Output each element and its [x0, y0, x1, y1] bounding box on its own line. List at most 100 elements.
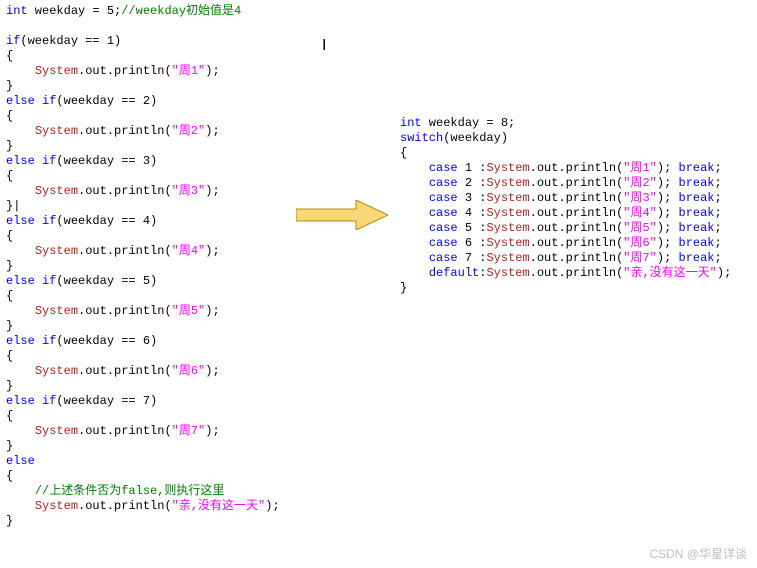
- code-text: (weekday == 2): [56, 94, 157, 108]
- if-else-code-block: int weekday = 5;//weekday初始值是4 if(weekda…: [6, 4, 280, 529]
- keyword-else: else: [6, 394, 35, 408]
- keyword-case: case: [429, 236, 458, 250]
- keyword-if: if: [42, 214, 56, 228]
- code-text: .out.println(: [530, 236, 624, 250]
- brace: {: [400, 146, 407, 160]
- keyword-if: if: [42, 334, 56, 348]
- keyword-case: case: [429, 176, 458, 190]
- keyword-break: break: [679, 161, 715, 175]
- watermark-text: CSDN @华星详谈: [649, 547, 747, 562]
- code-text: ;: [715, 221, 722, 235]
- brace: {: [6, 409, 13, 423]
- keyword-if: if: [6, 34, 20, 48]
- code-text: .out.println(: [530, 206, 624, 220]
- string-literal: "周5": [172, 304, 206, 318]
- keyword-case: case: [429, 221, 458, 235]
- brace: {: [6, 169, 13, 183]
- code-text: ;: [715, 191, 722, 205]
- code-text: .out.println(: [78, 304, 172, 318]
- system-ident: System: [486, 236, 529, 250]
- system-ident: System: [35, 64, 78, 78]
- code-text: weekday = 8;: [422, 116, 516, 130]
- code-text: (weekday == 3): [56, 154, 157, 168]
- code-text: );: [205, 124, 219, 138]
- keyword-case: case: [429, 161, 458, 175]
- code-text: .out.println(: [530, 176, 624, 190]
- keyword-break: break: [679, 206, 715, 220]
- system-ident: System: [486, 176, 529, 190]
- code-text: ;: [715, 251, 722, 265]
- system-ident: System: [35, 424, 78, 438]
- code-text: .out.println(: [78, 499, 172, 513]
- code-text: .out.println(: [78, 184, 172, 198]
- string-literal: "周6": [623, 236, 657, 250]
- code-text: );: [657, 221, 679, 235]
- code-text: ;: [715, 206, 722, 220]
- keyword-break: break: [679, 221, 715, 235]
- code-text: .out.println(: [78, 64, 172, 78]
- code-text: 2 :: [458, 176, 487, 190]
- code-text: .out.println(: [530, 191, 624, 205]
- arrow-right-icon: [296, 200, 388, 230]
- code-text: );: [657, 251, 679, 265]
- code-text: (weekday == 7): [56, 394, 157, 408]
- keyword-if: if: [42, 154, 56, 168]
- system-ident: System: [35, 184, 78, 198]
- code-text: );: [205, 184, 219, 198]
- code-text: (weekday == 5): [56, 274, 157, 288]
- keyword-else: else: [6, 214, 35, 228]
- code-text: .out.println(: [530, 266, 624, 280]
- brace: {: [6, 109, 13, 123]
- comment: //weekday初始值是4: [121, 4, 241, 18]
- system-ident: System: [486, 191, 529, 205]
- system-ident: System: [486, 161, 529, 175]
- string-literal: "周6": [172, 364, 206, 378]
- code-text: );: [205, 244, 219, 258]
- keyword-int: int: [6, 4, 28, 18]
- brace-with-cursor: }|: [6, 199, 20, 213]
- keyword-else: else: [6, 334, 35, 348]
- keyword-case: case: [429, 206, 458, 220]
- system-ident: System: [486, 221, 529, 235]
- code-text: 7 :: [458, 251, 487, 265]
- code-text: .out.println(: [78, 364, 172, 378]
- code-text: (weekday == 4): [56, 214, 157, 228]
- keyword-if: if: [42, 394, 56, 408]
- arrow-shape: [296, 200, 388, 230]
- code-text: 4 :: [458, 206, 487, 220]
- code-text: );: [205, 64, 219, 78]
- system-ident: System: [35, 364, 78, 378]
- string-literal: "周4": [623, 206, 657, 220]
- code-text: );: [657, 176, 679, 190]
- brace: {: [6, 469, 13, 483]
- string-literal: "周2": [623, 176, 657, 190]
- string-literal: "周1": [623, 161, 657, 175]
- code-text: 3 :: [458, 191, 487, 205]
- code-text: .out.println(: [530, 251, 624, 265]
- brace: {: [6, 349, 13, 363]
- code-text: (weekday == 1): [20, 34, 121, 48]
- code-text: );: [205, 304, 219, 318]
- keyword-default: default: [429, 266, 479, 280]
- system-ident: System: [35, 244, 78, 258]
- code-text: 1 :: [458, 161, 487, 175]
- string-literal: "周5": [623, 221, 657, 235]
- brace: }: [6, 439, 13, 453]
- keyword-break: break: [679, 191, 715, 205]
- code-text: .out.println(: [530, 161, 624, 175]
- code-text: );: [657, 236, 679, 250]
- code-text: weekday = 5;: [28, 4, 122, 18]
- keyword-break: break: [679, 251, 715, 265]
- string-literal: "周7": [172, 424, 206, 438]
- code-text: .out.println(: [78, 244, 172, 258]
- system-ident: System: [486, 251, 529, 265]
- brace: {: [6, 289, 13, 303]
- brace: {: [6, 49, 13, 63]
- brace: }: [6, 319, 13, 333]
- keyword-if: if: [42, 94, 56, 108]
- keyword-break: break: [679, 236, 715, 250]
- keyword-case: case: [429, 191, 458, 205]
- brace: }: [6, 379, 13, 393]
- code-text: (weekday): [443, 131, 508, 145]
- code-text: .out.println(: [530, 221, 624, 235]
